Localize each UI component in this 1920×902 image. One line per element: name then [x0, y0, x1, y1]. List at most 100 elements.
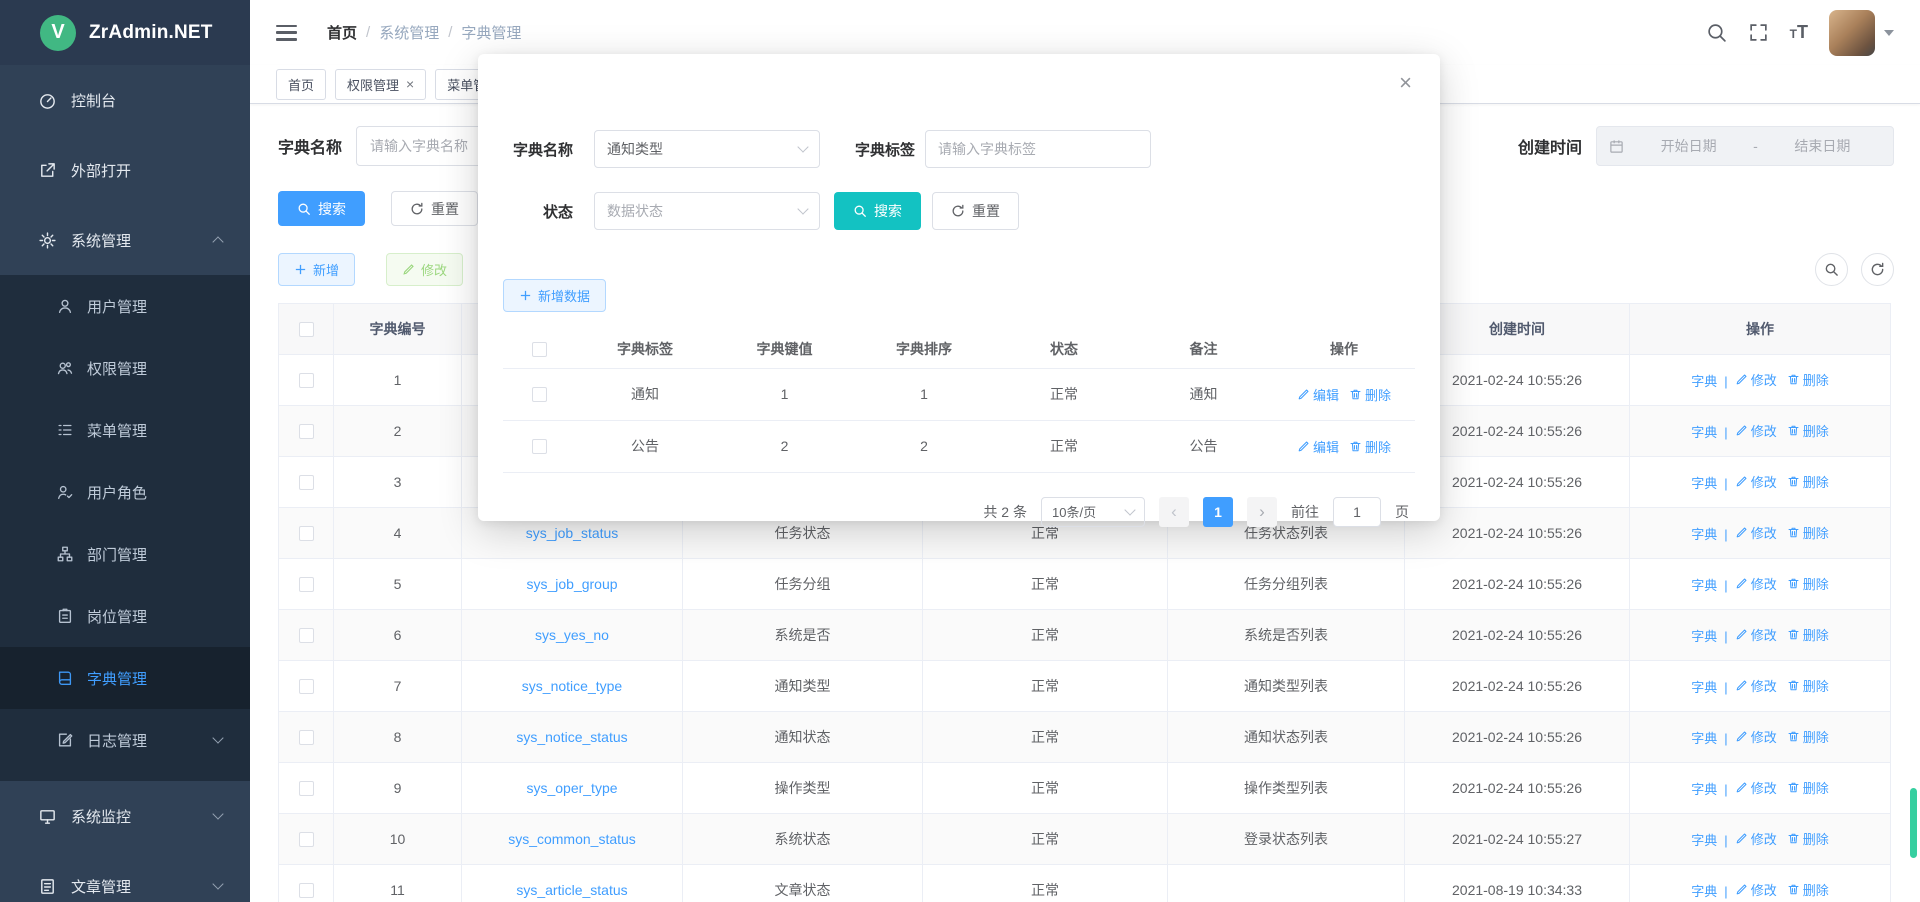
row-delete-link[interactable]: 删除	[1787, 370, 1829, 389]
row-edit-link[interactable]: 修改	[1735, 727, 1777, 746]
dict-data-link[interactable]: 字典	[1691, 680, 1717, 695]
fullscreen-icon[interactable]	[1748, 22, 1769, 43]
sidebar-item-dictionary[interactable]: 字典管理	[0, 647, 250, 709]
row-delete-link[interactable]: 删除	[1787, 472, 1829, 491]
dict-type-link[interactable]: sys_oper_type	[526, 780, 617, 796]
show-search-button[interactable]	[1815, 253, 1848, 286]
row-checkbox[interactable]	[299, 730, 314, 745]
modal-reset-button[interactable]: 重置	[932, 192, 1019, 230]
goto-page-input[interactable]	[1333, 497, 1381, 527]
select-all-checkbox[interactable]	[299, 322, 314, 337]
modal-search-button[interactable]: 搜索	[834, 192, 921, 230]
sidebar-item-external[interactable]: 外部打开	[0, 135, 250, 205]
sidebar-item-departments[interactable]: 部门管理	[0, 523, 250, 585]
dict-name-select[interactable]: 通知类型	[594, 130, 820, 168]
modal-select-all-checkbox[interactable]	[532, 342, 547, 357]
row-edit-link[interactable]: 修改	[1735, 880, 1777, 899]
sidebar-item-dashboard[interactable]: 控制台	[0, 65, 250, 135]
row-edit-link[interactable]: 修改	[1735, 523, 1777, 542]
sidebar-item-permissions[interactable]: 权限管理	[0, 337, 250, 399]
close-icon[interactable]: ×	[406, 77, 414, 91]
user-menu[interactable]	[1829, 10, 1894, 56]
prev-page-button[interactable]: ‹	[1159, 497, 1189, 527]
row-delete-link[interactable]: 删除	[1787, 727, 1829, 746]
edit-button[interactable]: 修改	[386, 253, 463, 286]
row-checkbox[interactable]	[299, 883, 314, 898]
add-button[interactable]: 新增	[278, 253, 355, 286]
row-checkbox[interactable]	[299, 475, 314, 490]
row-edit-link[interactable]: 修改	[1735, 625, 1777, 644]
sidebar-item-logs[interactable]: 日志管理	[0, 709, 250, 771]
breadcrumb-home[interactable]: 首页	[327, 22, 357, 43]
row-edit-link[interactable]: 修改	[1735, 574, 1777, 593]
modal-row-checkbox[interactable]	[532, 439, 547, 454]
row-delete-link[interactable]: 删除	[1787, 778, 1829, 797]
dict-data-link[interactable]: 字典	[1691, 833, 1717, 848]
row-delete-link[interactable]: 删除	[1787, 625, 1829, 644]
dict-data-link[interactable]: 字典	[1691, 629, 1717, 644]
sidebar-item-monitor[interactable]: 系统监控	[0, 781, 250, 851]
row-edit-link[interactable]: 修改	[1735, 829, 1777, 848]
row-checkbox[interactable]	[299, 577, 314, 592]
dict-data-link[interactable]: 字典	[1691, 884, 1717, 899]
dict-data-link[interactable]: 字典	[1691, 476, 1717, 491]
row-checkbox[interactable]	[299, 679, 314, 694]
add-data-button[interactable]: 新增数据	[503, 279, 606, 312]
modal-row-delete-link[interactable]: 删除	[1349, 437, 1391, 456]
dict-data-link[interactable]: 字典	[1691, 425, 1717, 440]
close-icon[interactable]: ×	[1399, 72, 1412, 94]
row-checkbox[interactable]	[299, 526, 314, 541]
search-button[interactable]: 搜索	[278, 191, 365, 226]
scrollbar-thumb[interactable]	[1910, 788, 1917, 858]
row-checkbox[interactable]	[299, 373, 314, 388]
row-delete-link[interactable]: 删除	[1787, 523, 1829, 542]
status-select[interactable]: 数据状态	[594, 192, 820, 230]
row-edit-link[interactable]: 修改	[1735, 778, 1777, 797]
dict-data-link[interactable]: 字典	[1691, 578, 1717, 593]
row-edit-link[interactable]: 修改	[1735, 370, 1777, 389]
row-checkbox[interactable]	[299, 628, 314, 643]
dict-label-input[interactable]	[925, 130, 1151, 168]
row-delete-link[interactable]: 删除	[1787, 421, 1829, 440]
sidebar-item-articles[interactable]: 文章管理	[0, 851, 250, 902]
refresh-button[interactable]	[1861, 253, 1894, 286]
dict-data-link[interactable]: 字典	[1691, 527, 1717, 542]
dict-data-link[interactable]: 字典	[1691, 782, 1717, 797]
row-delete-link[interactable]: 删除	[1787, 829, 1829, 848]
modal-row-edit-link[interactable]: 编辑	[1297, 437, 1339, 456]
dict-type-link[interactable]: sys_notice_type	[522, 678, 622, 694]
dict-data-link[interactable]: 字典	[1691, 731, 1717, 746]
row-checkbox[interactable]	[299, 832, 314, 847]
dict-type-link[interactable]: sys_notice_status	[516, 729, 627, 745]
modal-row-delete-link[interactable]: 删除	[1349, 385, 1391, 404]
dict-type-link[interactable]: sys_yes_no	[535, 627, 609, 643]
search-icon[interactable]	[1706, 22, 1727, 43]
row-delete-link[interactable]: 删除	[1787, 574, 1829, 593]
modal-row-edit-link[interactable]: 编辑	[1297, 385, 1339, 404]
row-checkbox[interactable]	[299, 781, 314, 796]
row-delete-link[interactable]: 删除	[1787, 676, 1829, 695]
sidebar-item-roles[interactable]: 用户角色	[0, 461, 250, 523]
page-size-select[interactable]: 10条/页	[1041, 497, 1145, 527]
date-range-picker[interactable]: 开始日期 - 结束日期	[1596, 126, 1894, 166]
row-edit-link[interactable]: 修改	[1735, 472, 1777, 491]
sidebar-item-system[interactable]: 系统管理	[0, 205, 250, 275]
dict-type-link[interactable]: sys_common_status	[508, 831, 636, 847]
reset-button[interactable]: 重置	[391, 191, 478, 226]
tab-permissions[interactable]: 权限管理 ×	[335, 69, 426, 100]
avatar[interactable]	[1829, 10, 1875, 56]
dict-type-link[interactable]: sys_job_status	[526, 525, 619, 541]
dict-type-link[interactable]: sys_article_status	[516, 882, 627, 898]
breadcrumb-system[interactable]: 系统管理	[379, 22, 439, 43]
row-delete-link[interactable]: 删除	[1787, 880, 1829, 899]
sidebar-item-users[interactable]: 用户管理	[0, 275, 250, 337]
tab-home[interactable]: 首页	[276, 69, 326, 100]
sidebar-item-posts[interactable]: 岗位管理	[0, 585, 250, 647]
dict-data-link[interactable]: 字典	[1691, 374, 1717, 389]
modal-row-checkbox[interactable]	[532, 387, 547, 402]
row-checkbox[interactable]	[299, 424, 314, 439]
row-edit-link[interactable]: 修改	[1735, 676, 1777, 695]
hamburger-icon[interactable]	[276, 25, 297, 41]
dict-type-link[interactable]: sys_job_group	[526, 576, 617, 592]
next-page-button[interactable]: ›	[1247, 497, 1277, 527]
